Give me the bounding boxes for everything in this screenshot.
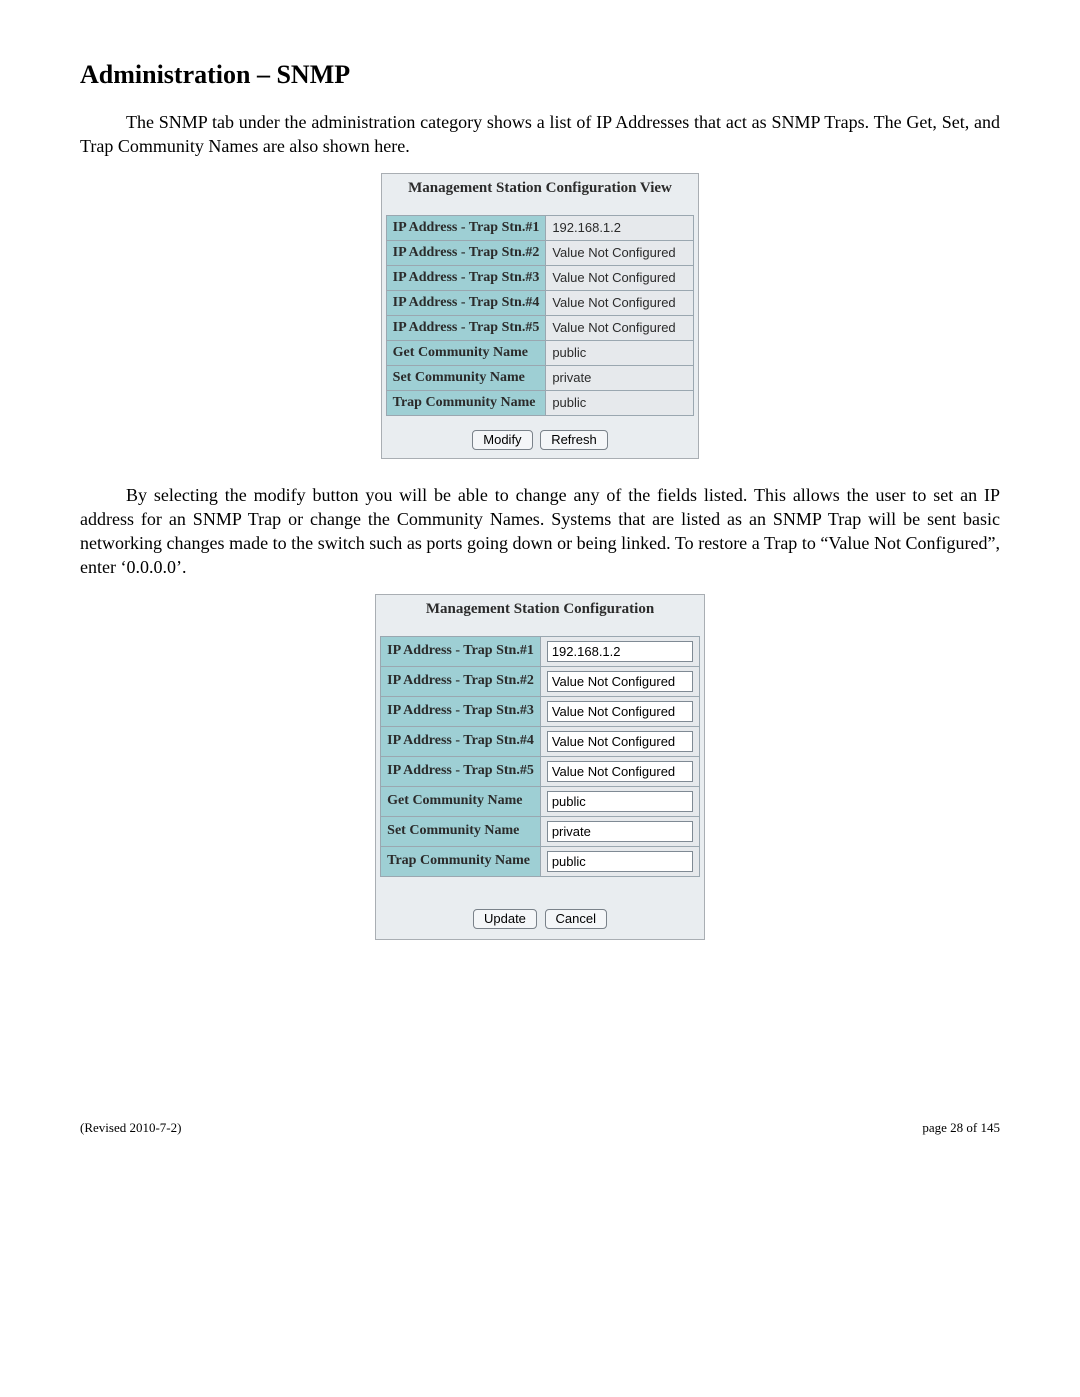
edit-trap-stn-3-label: IP Address - Trap Stn.#3 <box>381 696 541 726</box>
trap-community-value: public <box>546 390 694 415</box>
config-edit-panel: Management Station Configuration IP Addr… <box>375 594 705 940</box>
edit-trap-stn-1-input[interactable] <box>547 641 693 662</box>
config-edit-title: Management Station Configuration <box>376 595 704 636</box>
edit-trap-stn-2-input[interactable] <box>547 671 693 692</box>
trap-stn-4-label: IP Address - Trap Stn.#4 <box>386 290 546 315</box>
get-community-value: public <box>546 340 694 365</box>
config-view-table: IP Address - Trap Stn.#1 192.168.1.2 IP … <box>386 215 695 416</box>
trap-stn-2-label: IP Address - Trap Stn.#2 <box>386 240 546 265</box>
edit-set-community-label: Set Community Name <box>381 816 541 846</box>
table-row: Trap Community Name <box>381 846 700 876</box>
table-row: IP Address - Trap Stn.#3 <box>381 696 700 726</box>
config-view-title: Management Station Configuration View <box>382 174 699 215</box>
table-row: IP Address - Trap Stn.#2 <box>381 666 700 696</box>
table-row: Get Community Name <box>381 786 700 816</box>
intro-paragraph-1-text: The SNMP tab under the administration ca… <box>80 112 1000 156</box>
edit-trap-stn-5-input[interactable] <box>547 761 693 782</box>
trap-stn-3-label: IP Address - Trap Stn.#3 <box>386 265 546 290</box>
edit-get-community-label: Get Community Name <box>381 786 541 816</box>
table-row: IP Address - Trap Stn.#4 Value Not Confi… <box>386 290 694 315</box>
trap-stn-5-label: IP Address - Trap Stn.#5 <box>386 315 546 340</box>
edit-trap-stn-5-label: IP Address - Trap Stn.#5 <box>381 756 541 786</box>
table-row: IP Address - Trap Stn.#1 <box>381 636 700 666</box>
table-row: IP Address - Trap Stn.#5 Value Not Confi… <box>386 315 694 340</box>
cancel-button[interactable]: Cancel <box>545 909 607 929</box>
table-row: IP Address - Trap Stn.#3 Value Not Confi… <box>386 265 694 290</box>
table-row: IP Address - Trap Stn.#5 <box>381 756 700 786</box>
footer-page-number: page 28 of 145 <box>922 1120 1000 1136</box>
table-row: Get Community Name public <box>386 340 694 365</box>
table-row: IP Address - Trap Stn.#2 Value Not Confi… <box>386 240 694 265</box>
edit-trap-community-label: Trap Community Name <box>381 846 541 876</box>
table-row: IP Address - Trap Stn.#4 <box>381 726 700 756</box>
edit-trap-community-input[interactable] <box>547 851 693 872</box>
edit-get-community-input[interactable] <box>547 791 693 812</box>
page-footer: (Revised 2010-7-2) page 28 of 145 <box>80 1120 1000 1136</box>
trap-stn-3-value: Value Not Configured <box>546 265 694 290</box>
refresh-button[interactable]: Refresh <box>540 430 608 450</box>
intro-paragraph-2: By selecting the modify button you will … <box>80 483 1000 580</box>
config-edit-table: IP Address - Trap Stn.#1 IP Address - Tr… <box>380 636 700 877</box>
edit-trap-stn-3-input[interactable] <box>547 701 693 722</box>
intro-paragraph-1: The SNMP tab under the administration ca… <box>80 110 1000 159</box>
intro-paragraph-2-text: By selecting the modify button you will … <box>80 485 1000 578</box>
trap-stn-4-value: Value Not Configured <box>546 290 694 315</box>
edit-trap-stn-4-label: IP Address - Trap Stn.#4 <box>381 726 541 756</box>
edit-trap-stn-4-input[interactable] <box>547 731 693 752</box>
edit-trap-stn-2-label: IP Address - Trap Stn.#2 <box>381 666 541 696</box>
modify-button[interactable]: Modify <box>472 430 532 450</box>
table-row: Set Community Name <box>381 816 700 846</box>
config-view-panel: Management Station Configuration View IP… <box>381 173 700 459</box>
set-community-label: Set Community Name <box>386 365 546 390</box>
table-row: Set Community Name private <box>386 365 694 390</box>
set-community-value: private <box>546 365 694 390</box>
table-row: Trap Community Name public <box>386 390 694 415</box>
footer-revised: (Revised 2010-7-2) <box>80 1120 181 1135</box>
trap-community-label: Trap Community Name <box>386 390 546 415</box>
trap-stn-5-value: Value Not Configured <box>546 315 694 340</box>
get-community-label: Get Community Name <box>386 340 546 365</box>
page-title: Administration – SNMP <box>80 60 1000 90</box>
edit-trap-stn-1-label: IP Address - Trap Stn.#1 <box>381 636 541 666</box>
trap-stn-1-value: 192.168.1.2 <box>546 215 694 240</box>
trap-stn-2-value: Value Not Configured <box>546 240 694 265</box>
update-button[interactable]: Update <box>473 909 537 929</box>
edit-set-community-input[interactable] <box>547 821 693 842</box>
table-row: IP Address - Trap Stn.#1 192.168.1.2 <box>386 215 694 240</box>
trap-stn-1-label: IP Address - Trap Stn.#1 <box>386 215 546 240</box>
